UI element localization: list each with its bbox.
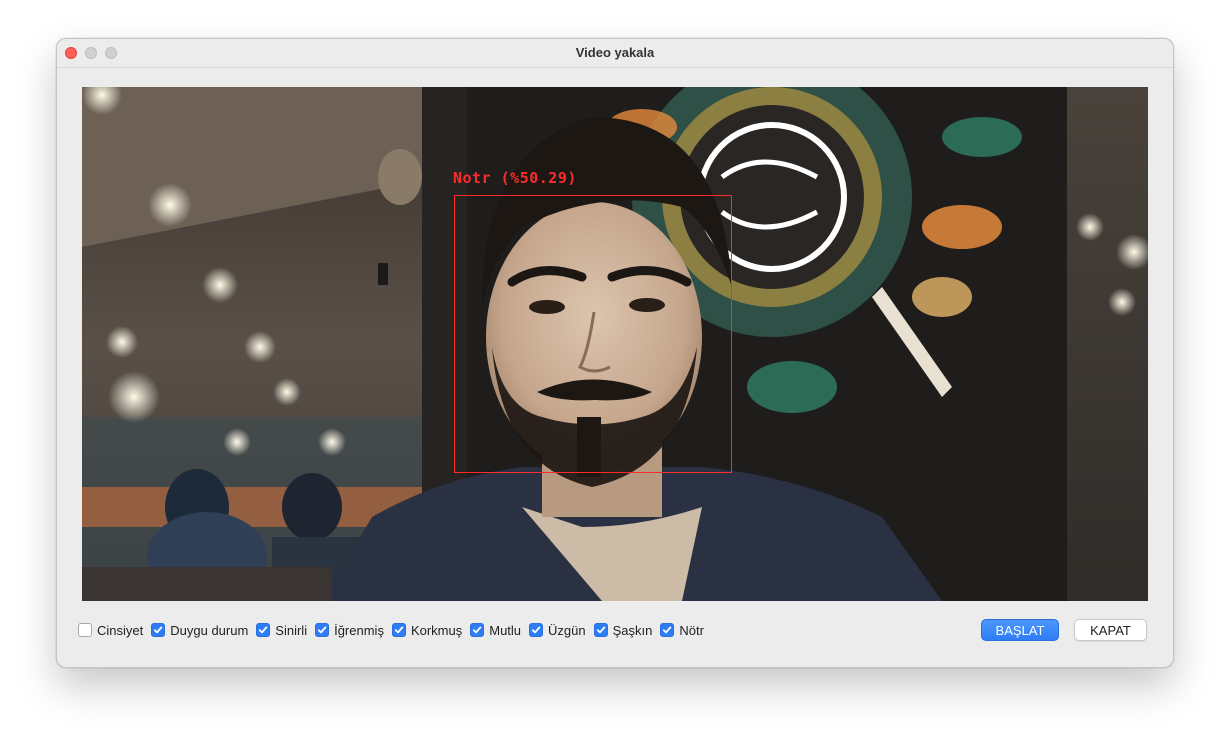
option-checkbox-label: Şaşkın — [612, 622, 653, 638]
checkbox-checked-icon[interactable] — [315, 623, 330, 637]
option-checkbox-label: İğrenmiş — [334, 622, 384, 638]
option-checkbox-item[interactable]: Duygu durum — [151, 623, 248, 638]
checkbox-checked-icon[interactable] — [660, 623, 675, 637]
option-checkbox-label: Korkmuş — [410, 622, 463, 638]
option-checkbox-item[interactable]: Cinsiyet — [78, 623, 143, 638]
app-window: Video yakala Notr (%50.29) Cinsiyet Duyg… — [56, 38, 1174, 668]
checkbox-checked-icon[interactable] — [151, 623, 166, 637]
face-detection-box — [454, 195, 732, 473]
option-checkbox-label: Üzgün — [548, 622, 586, 638]
option-checkbox-item[interactable]: Mutlu — [470, 623, 521, 638]
window-title: Video yakala — [575, 45, 655, 60]
checkbox-checked-icon[interactable] — [256, 623, 271, 637]
checkbox-checked-icon[interactable] — [391, 623, 406, 637]
checkbox-checked-icon[interactable] — [529, 623, 544, 637]
option-checkbox-item[interactable]: İğrenmiş — [315, 623, 384, 638]
checkbox-unchecked-icon[interactable] — [78, 623, 92, 637]
option-checkbox-item[interactable]: Korkmuş — [391, 622, 463, 638]
option-checkbox-label: Sinirli — [275, 622, 308, 638]
video-frame: Notr (%50.29) — [82, 87, 1148, 601]
option-checkbox-label: Duygu durum — [170, 622, 249, 638]
emotion-label: Notr (%50.29) — [453, 169, 577, 187]
option-checkbox-label: Cinsiyet — [97, 622, 144, 638]
option-checkbox-item[interactable]: Şaşkın — [593, 622, 653, 638]
option-checkbox-item[interactable]: Üzgün — [529, 623, 586, 638]
option-checkbox-label: Mutlu — [489, 622, 522, 638]
option-checkbox-item[interactable]: Nötr — [660, 623, 704, 638]
title-bar: Video yakala — [57, 39, 1173, 68]
start-button[interactable]: BAŞLAT — [981, 619, 1059, 641]
close-button[interactable]: KAPAT — [1074, 619, 1147, 641]
option-checkbox-item[interactable]: Sinirli — [256, 623, 307, 638]
options-bar: Cinsiyet Duygu durum Sinirli İğrenmiş Korkmu… — [78, 619, 712, 641]
option-checkbox-label: Nötr — [679, 622, 704, 638]
checkbox-checked-icon[interactable] — [470, 623, 485, 637]
checkbox-checked-icon[interactable] — [593, 623, 608, 637]
